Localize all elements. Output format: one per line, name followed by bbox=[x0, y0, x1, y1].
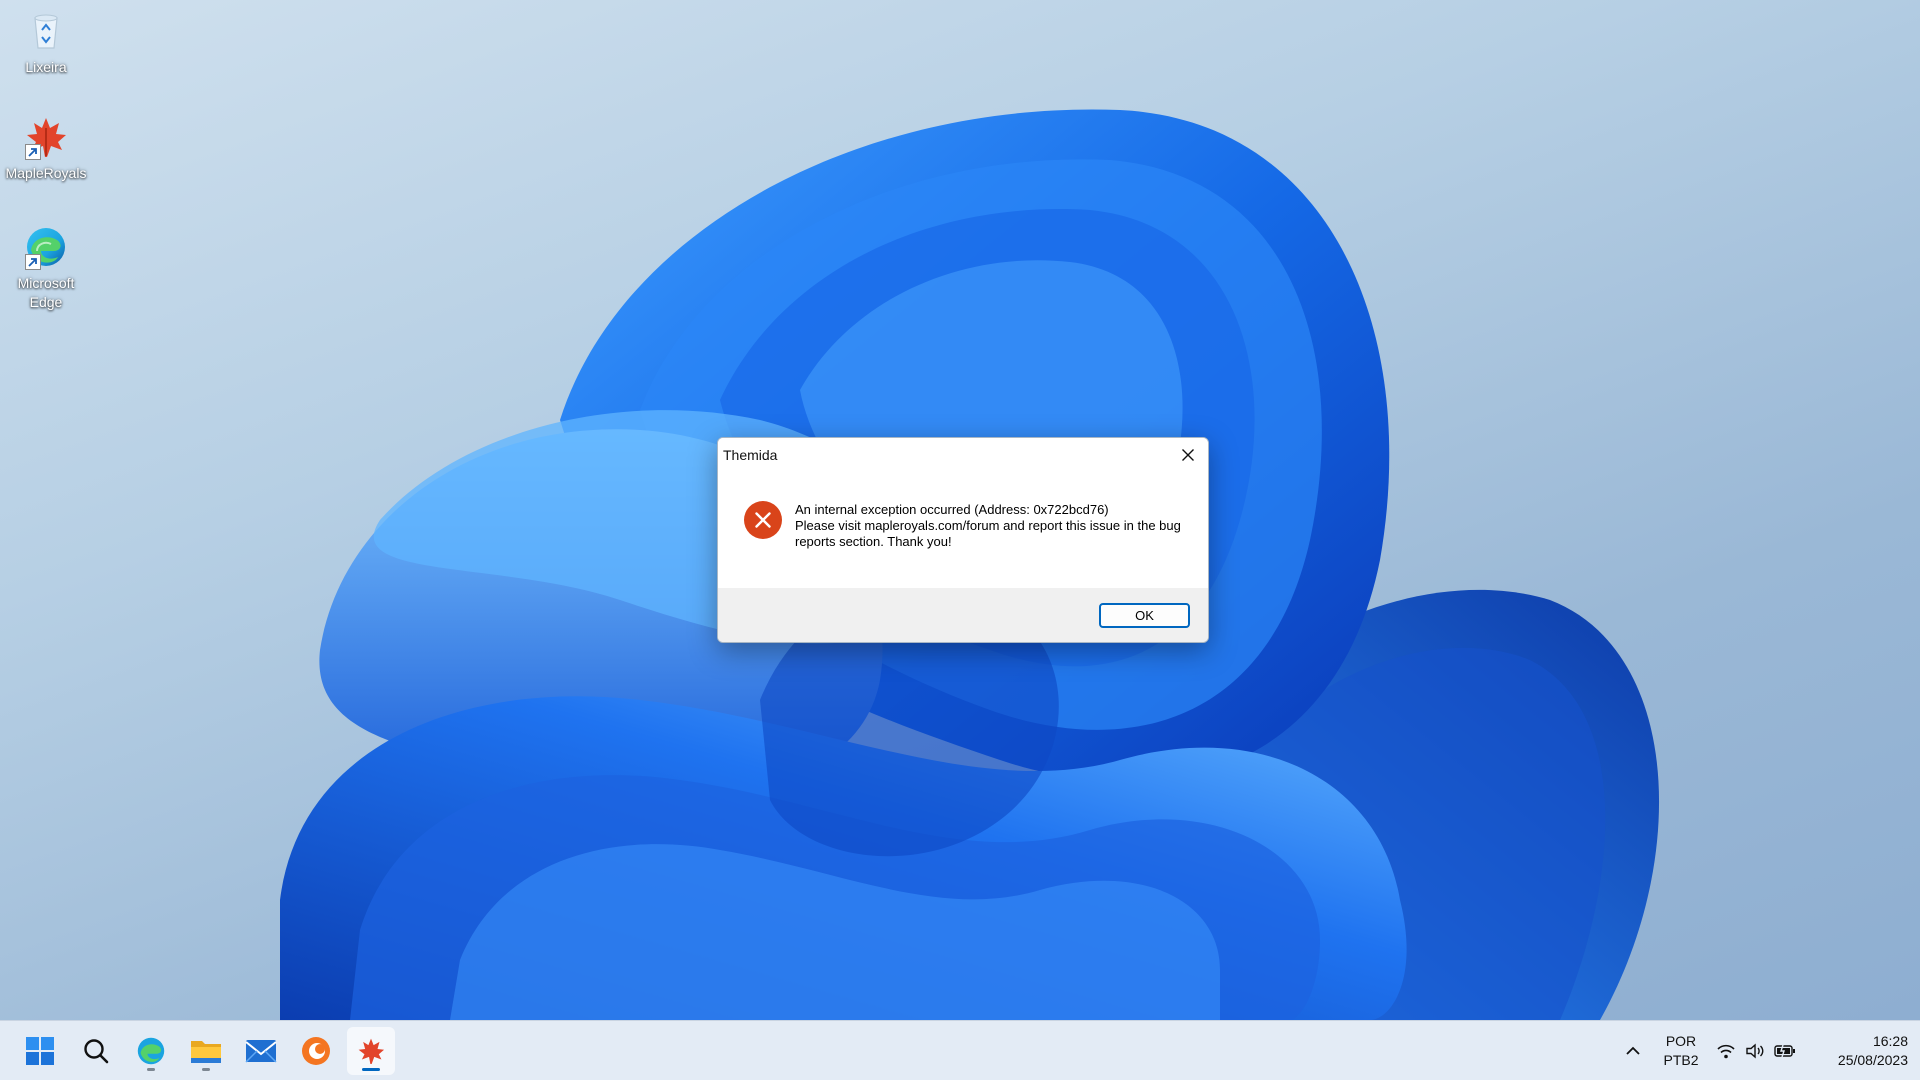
dialog-footer: OK bbox=[718, 588, 1208, 642]
file-explorer-icon bbox=[191, 1041, 221, 1063]
running-indicator bbox=[202, 1068, 210, 1071]
close-icon bbox=[1182, 448, 1194, 461]
dialog-message-line: An internal exception occurred (Address:… bbox=[795, 502, 1109, 517]
active-indicator bbox=[362, 1068, 380, 1071]
desktop-icon-mapleroyals[interactable]: MapleRoyals bbox=[0, 114, 92, 183]
windows-start-icon bbox=[26, 1037, 54, 1065]
desktop: Lixeira MapleRoyals Microsoft Edge Themi… bbox=[0, 0, 1920, 1020]
close-button[interactable] bbox=[1168, 438, 1208, 471]
dialog-message: An internal exception occurred (Address:… bbox=[795, 502, 1190, 588]
desktop-icon-label: MapleRoyals bbox=[5, 165, 87, 181]
search-icon bbox=[84, 1039, 109, 1064]
volume-status[interactable] bbox=[1744, 1041, 1766, 1061]
clock-time: 16:28 bbox=[1872, 1033, 1908, 1049]
battery-charging-icon bbox=[1774, 1044, 1795, 1058]
input-language-indicator[interactable]: POR PTB2 bbox=[1656, 1032, 1706, 1070]
dialog-message-line: Please visit mapleroyals.com/forum and r… bbox=[795, 518, 1181, 533]
chevron-up-icon bbox=[1626, 1046, 1640, 1055]
speaker-icon bbox=[1746, 1043, 1764, 1059]
desktop-icon-label: Lixeira bbox=[25, 59, 67, 75]
start-button[interactable] bbox=[16, 1027, 64, 1075]
dialog-body: An internal exception occurred (Address:… bbox=[718, 471, 1208, 588]
mail-icon bbox=[245, 1040, 277, 1063]
keyboard-layout: PTB2 bbox=[1663, 1052, 1699, 1068]
error-icon bbox=[743, 500, 783, 540]
crunchyroll-icon bbox=[302, 1037, 330, 1065]
taskbar-crunchyroll[interactable] bbox=[292, 1027, 340, 1075]
maple-leaf-icon bbox=[358, 1038, 385, 1065]
desktop-icon-label: Microsoft Edge bbox=[17, 275, 75, 310]
ok-button[interactable]: OK bbox=[1099, 602, 1190, 628]
battery-status[interactable] bbox=[1774, 1041, 1796, 1061]
search-button[interactable] bbox=[72, 1027, 120, 1075]
desktop-icon-recycle-bin[interactable]: Lixeira bbox=[0, 8, 92, 77]
show-hidden-icons-button[interactable] bbox=[1622, 1041, 1644, 1061]
language-code: POR bbox=[1665, 1033, 1697, 1049]
clock[interactable]: 16:28 25/08/2023 bbox=[1808, 1032, 1908, 1070]
edge-icon bbox=[137, 1037, 165, 1065]
maple-leaf-icon bbox=[23, 114, 69, 160]
shortcut-arrow-icon bbox=[25, 254, 41, 270]
error-dialog: Themida An internal exception occurred (… bbox=[717, 437, 1209, 643]
taskbar-mapleroyals[interactable] bbox=[347, 1027, 395, 1075]
wifi-icon bbox=[1717, 1044, 1735, 1059]
taskbar-edge[interactable] bbox=[127, 1027, 175, 1075]
clock-date: 25/08/2023 bbox=[1837, 1052, 1908, 1068]
taskbar: POR PTB2 16:28 25/08/2023 bbox=[0, 1020, 1920, 1080]
dialog-message-line: reports section. Thank you! bbox=[795, 534, 952, 549]
running-indicator bbox=[147, 1068, 155, 1071]
desktop-icon-microsoft-edge[interactable]: Microsoft Edge bbox=[0, 224, 92, 312]
shortcut-arrow-icon bbox=[25, 144, 41, 160]
dialog-titlebar[interactable]: Themida bbox=[718, 438, 1208, 471]
dialog-title: Themida bbox=[723, 446, 778, 463]
wifi-status[interactable] bbox=[1715, 1041, 1737, 1061]
edge-icon bbox=[23, 224, 69, 270]
taskbar-mail[interactable] bbox=[237, 1027, 285, 1075]
recycle-bin-icon bbox=[23, 8, 69, 54]
taskbar-file-explorer[interactable] bbox=[182, 1027, 230, 1075]
